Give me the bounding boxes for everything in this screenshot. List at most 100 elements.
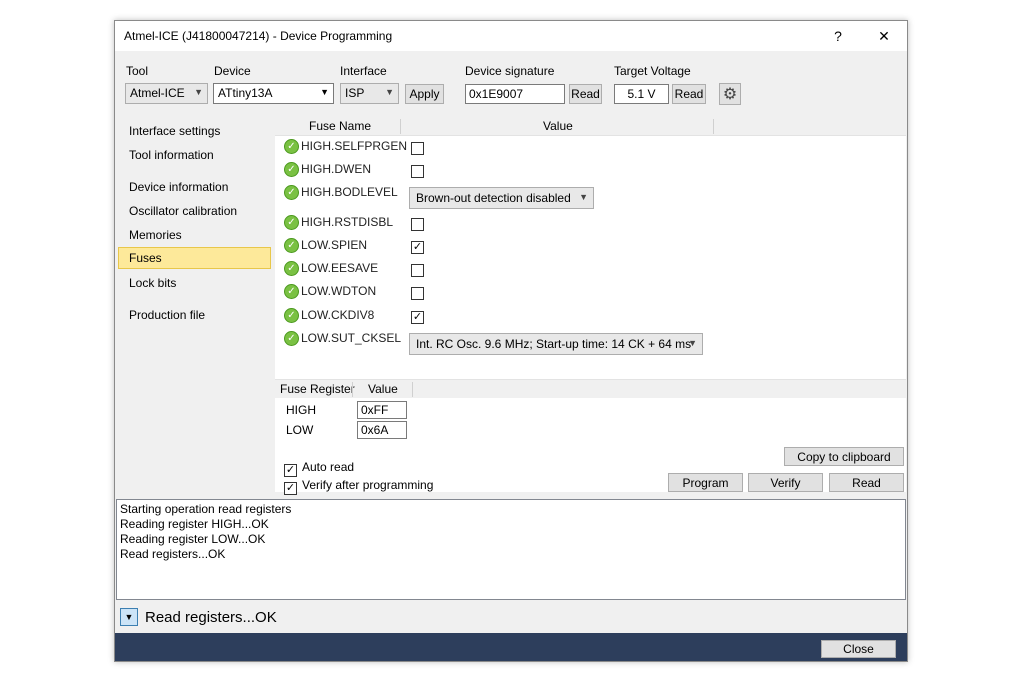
chevron-down-icon: ▼: [124, 612, 134, 622]
close-button[interactable]: Close: [821, 640, 896, 658]
column-divider: [412, 382, 413, 397]
fuse-checkbox-ckdiv8[interactable]: ✓: [411, 311, 424, 324]
auto-read-option[interactable]: ✓ Auto read: [284, 460, 354, 477]
check-ok-icon: ✓: [284, 238, 299, 253]
sidebar-item-tool-information[interactable]: Tool information: [118, 144, 271, 166]
interface-value: ISP: [345, 86, 365, 100]
column-divider: [352, 382, 353, 397]
dialog-footer: Close: [115, 633, 907, 661]
tool-select[interactable]: Atmel-ICE ▼: [125, 83, 208, 104]
title-bar: Atmel-ICE (J41800047214) - Device Progra…: [115, 21, 907, 51]
sidebar-item-device-information[interactable]: Device information: [118, 176, 271, 198]
check-ok-icon: ✓: [284, 331, 299, 346]
log-line: Reading register HIGH...OK: [120, 517, 269, 531]
voltage-label: Target Voltage: [614, 64, 691, 78]
fuse-table-header: Fuse Name Value: [275, 117, 906, 136]
fuse-checkbox-wdton[interactable]: [411, 287, 424, 300]
signature-label: Device signature: [465, 64, 555, 78]
sidebar-item-fuses[interactable]: Fuses: [118, 247, 271, 269]
sidebar-item-memories[interactable]: Memories: [118, 224, 271, 246]
settings-button[interactable]: ⚙: [719, 83, 741, 105]
check-ok-icon: ✓: [284, 261, 299, 276]
log-line: Reading register LOW...OK: [120, 532, 266, 546]
fuse-name: LOW.WDTON: [301, 284, 377, 298]
fuse-name: LOW.CKDIV8: [301, 308, 375, 322]
status-text: Read registers...OK: [145, 609, 277, 626]
register-low-field[interactable]: 0x6A: [357, 421, 407, 439]
bodlevel-value: Brown-out detection disabled: [416, 191, 571, 205]
close-icon: ✕: [878, 27, 890, 44]
sidebar-item-interface-settings[interactable]: Interface settings: [118, 120, 271, 142]
chevron-down-icon: ▼: [194, 87, 203, 97]
tool-label: Tool: [126, 64, 149, 78]
fuses-panel: Fuse Name Value ✓ HIGH.SELFPRGEN ✓ HIGH.…: [275, 117, 906, 492]
verify-after-option[interactable]: ✓ Verify after programming: [284, 478, 433, 495]
fuse-name: HIGH.SELFPRGEN: [301, 139, 408, 153]
fuse-checkbox-eesave[interactable]: [411, 264, 424, 277]
chevron-down-icon: ▼: [320, 87, 329, 97]
apply-button[interactable]: Apply: [405, 84, 444, 104]
fuse-name: LOW.SUT_CKSEL: [301, 331, 402, 345]
register-name: HIGH: [286, 403, 316, 417]
chevron-down-icon: ▼: [688, 338, 697, 348]
register-name-header: Fuse Register: [280, 382, 355, 396]
program-button[interactable]: Program: [668, 473, 743, 492]
read-button[interactable]: Read: [829, 473, 904, 492]
bodlevel-select[interactable]: Brown-out detection disabled ▼: [409, 187, 594, 209]
check-ok-icon: ✓: [284, 215, 299, 230]
fuse-value-header: Value: [543, 119, 573, 133]
close-window-button[interactable]: ✕: [861, 21, 907, 51]
device-label: Device: [214, 64, 251, 78]
register-value-header: Value: [368, 382, 398, 396]
log-line: Read registers...OK: [120, 547, 226, 561]
sidebar-item-production-file[interactable]: Production file: [118, 304, 271, 326]
signature-read-button[interactable]: Read: [569, 84, 602, 104]
expand-log-button[interactable]: ▼: [120, 608, 138, 626]
sut-cksel-select[interactable]: Int. RC Osc. 9.6 MHz; Start-up time: 14 …: [409, 333, 703, 355]
column-divider: [713, 119, 714, 134]
check-ok-icon: ✓: [284, 185, 299, 200]
voltage-read-button[interactable]: Read: [672, 84, 706, 104]
device-programming-window: Atmel-ICE (J41800047214) - Device Progra…: [114, 20, 908, 662]
voltage-field[interactable]: 5.1 V: [614, 84, 669, 104]
signature-field[interactable]: 0x1E9007: [465, 84, 565, 104]
sut-cksel-value: Int. RC Osc. 9.6 MHz; Start-up time: 14 …: [416, 337, 692, 351]
interface-label: Interface: [340, 64, 387, 78]
help-icon: ?: [834, 28, 842, 44]
status-bar: ▼ Read registers...OK: [115, 603, 907, 633]
chevron-down-icon: ▼: [385, 87, 394, 97]
column-divider: [400, 119, 401, 134]
fuse-name-header: Fuse Name: [309, 119, 372, 133]
output-log[interactable]: Starting operation read registers Readin…: [116, 499, 906, 600]
sidebar-item-oscillator-calibration[interactable]: Oscillator calibration: [118, 200, 271, 222]
register-high-field[interactable]: 0xFF: [357, 401, 407, 419]
sidebar-nav: Interface settings Tool information Devi…: [115, 117, 275, 492]
check-ok-icon: ✓: [284, 284, 299, 299]
fuse-name: HIGH.RSTDISBL: [301, 215, 394, 229]
chevron-down-icon: ▼: [579, 192, 588, 202]
sidebar-item-lock-bits[interactable]: Lock bits: [118, 272, 271, 294]
gear-icon: ⚙: [722, 86, 738, 103]
window-title: Atmel-ICE (J41800047214) - Device Progra…: [124, 29, 393, 43]
interface-select[interactable]: ISP ▼: [340, 83, 399, 104]
tool-value: Atmel-ICE: [130, 86, 185, 100]
verify-button[interactable]: Verify: [748, 473, 823, 492]
check-ok-icon: ✓: [284, 308, 299, 323]
check-ok-icon: ✓: [284, 139, 299, 154]
fuse-name: HIGH.DWEN: [301, 162, 371, 176]
auto-read-checkbox[interactable]: ✓: [284, 464, 297, 477]
verify-after-label: Verify after programming: [302, 478, 434, 492]
device-select[interactable]: ATtiny13A ▼: [213, 83, 334, 104]
fuse-checkbox-rstdisbl[interactable]: [411, 218, 424, 231]
copy-to-clipboard-button[interactable]: Copy to clipboard: [784, 447, 904, 466]
fuse-checkbox-selfprgen[interactable]: [411, 142, 424, 155]
help-button[interactable]: ?: [815, 21, 861, 51]
fuse-checkbox-spien[interactable]: ✓: [411, 241, 424, 254]
fuse-name: HIGH.BODLEVEL: [301, 185, 398, 199]
log-line: Starting operation read registers: [120, 502, 292, 516]
fuse-checkbox-dwen[interactable]: [411, 165, 424, 178]
register-table-header: Fuse Register Value: [275, 379, 906, 398]
check-ok-icon: ✓: [284, 162, 299, 177]
auto-read-label: Auto read: [302, 460, 355, 474]
verify-after-checkbox[interactable]: ✓: [284, 482, 297, 495]
